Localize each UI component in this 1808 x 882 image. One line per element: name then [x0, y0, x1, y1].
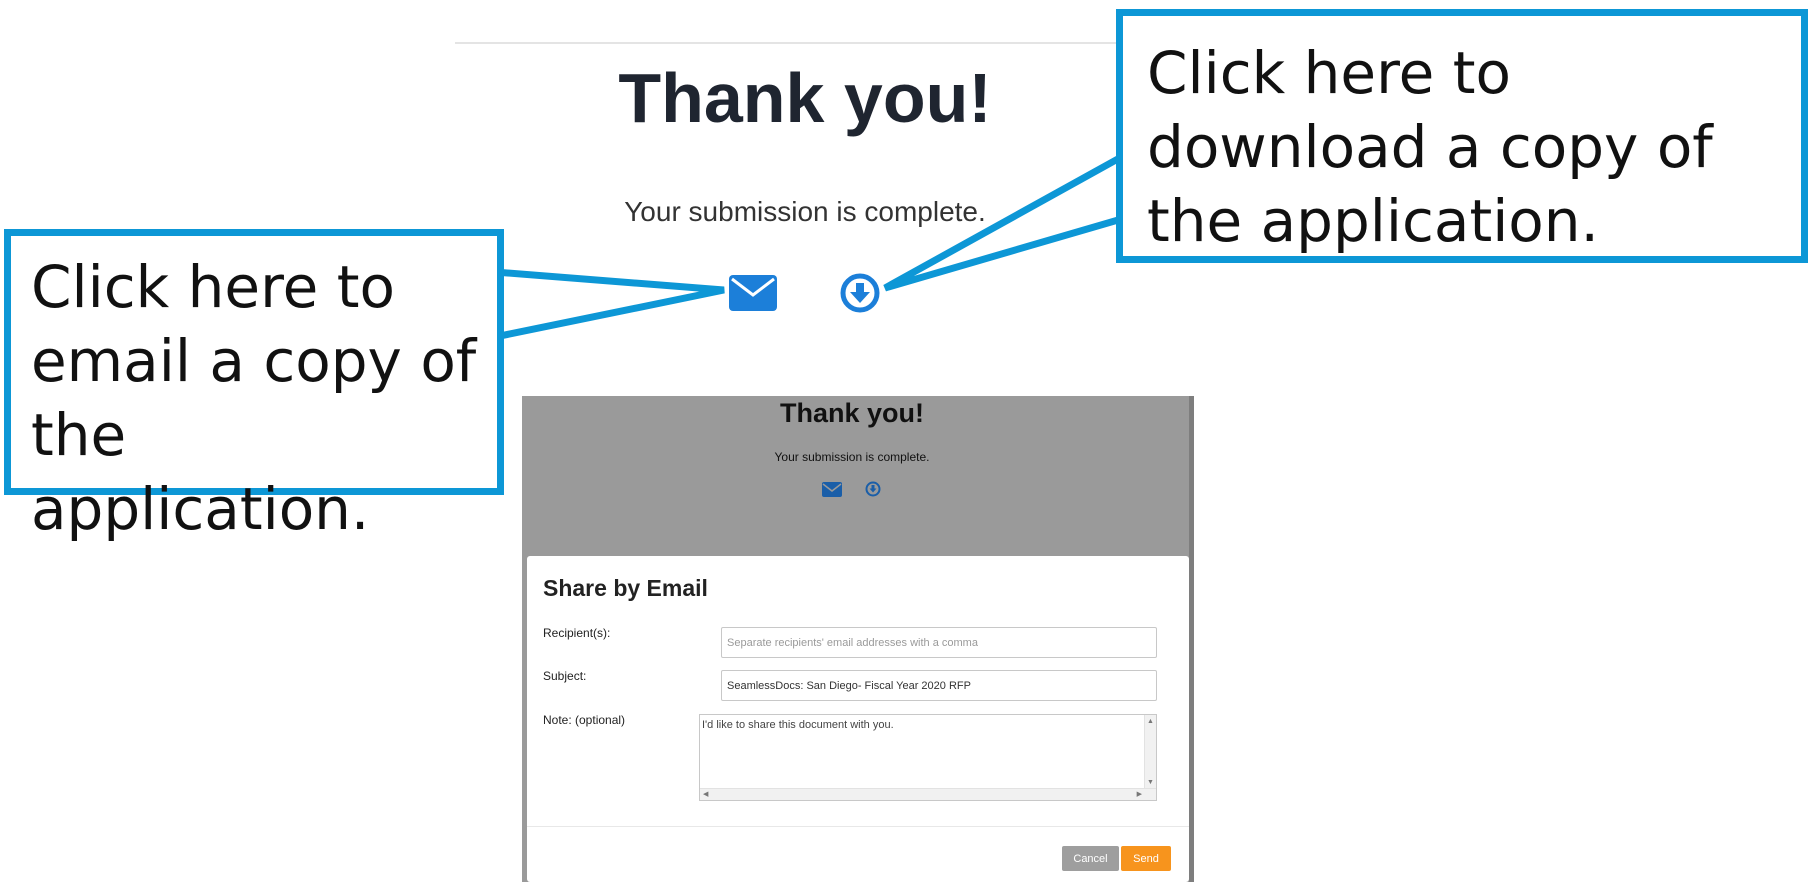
send-button[interactable]: Send	[1121, 846, 1171, 871]
modal-title: Share by Email	[543, 575, 708, 601]
dialog-bg-email-button[interactable]	[822, 482, 842, 497]
scroll-down-icon[interactable]: ▼	[1147, 778, 1154, 787]
note-horizontal-scrollbar[interactable]: ◀ ▶	[700, 788, 1156, 800]
cancel-button[interactable]: Cancel	[1062, 846, 1119, 871]
note-label: Note: (optional)	[543, 713, 626, 727]
recipients-label: Recipient(s):	[543, 626, 611, 640]
share-by-email-modal: Share by Email Recipient(s): Subject: No…	[527, 556, 1189, 882]
share-dialog-screenshot: Thank you! Your submission is complete. …	[522, 396, 1194, 882]
subject-input[interactable]	[721, 670, 1157, 701]
note-vertical-scrollbar[interactable]: ▲ ▼	[1144, 715, 1156, 789]
email-callout: Click here to email a copy of the applic…	[4, 229, 504, 543]
dialog-bg-download-button[interactable]	[865, 481, 881, 497]
scroll-right-icon[interactable]: ▶	[1137, 790, 1142, 799]
download-callout: Click here to download a copy of the app…	[1116, 9, 1808, 263]
dialog-bg-title: Thank you!	[779, 398, 924, 428]
scroll-up-icon[interactable]: ▲	[1147, 717, 1154, 726]
note-textarea[interactable]: I'd like to share this document with you…	[702, 719, 1132, 781]
dialog-frame-edge	[1189, 396, 1194, 882]
recipients-input[interactable]	[721, 627, 1157, 658]
scroll-left-icon[interactable]: ◀	[703, 790, 708, 799]
envelope-icon	[822, 482, 842, 497]
note-field: I'd like to share this document with you…	[699, 714, 1157, 801]
subject-label: Subject:	[543, 669, 587, 683]
download-circle-icon	[865, 481, 881, 497]
modal-footer-divider	[527, 826, 1189, 827]
dialog-bg-subtitle: Your submission is complete.	[774, 450, 930, 464]
